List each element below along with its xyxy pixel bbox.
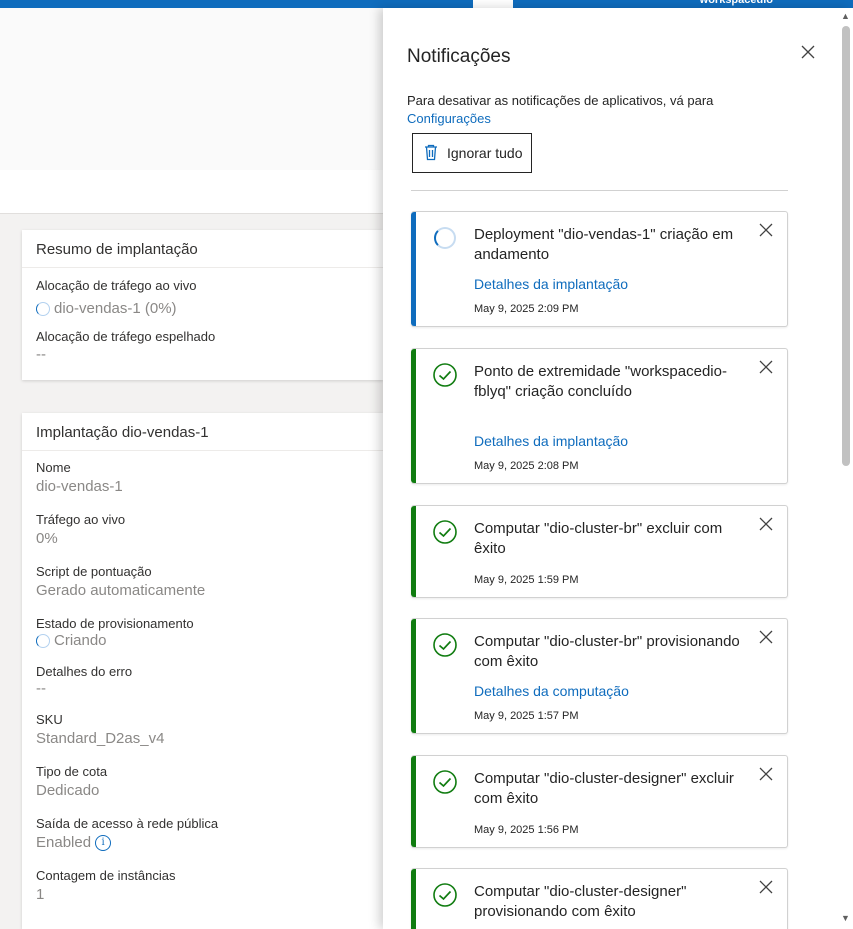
top-bar-gap bbox=[473, 0, 513, 8]
status-bar bbox=[411, 869, 416, 929]
scroll-down-arrow-icon[interactable]: ▼ bbox=[841, 913, 850, 923]
close-icon[interactable] bbox=[799, 44, 817, 62]
panel-title: Notificações bbox=[407, 46, 511, 67]
notification-title: Computar "dio-cluster-br" provisionando … bbox=[474, 633, 740, 670]
field-label: Detalhes do erro bbox=[36, 664, 133, 679]
status-bar bbox=[411, 349, 416, 483]
status-bar bbox=[411, 756, 416, 847]
field-label: Tipo de cota bbox=[36, 764, 108, 779]
scrollbar-thumb[interactable] bbox=[842, 26, 850, 466]
scroll-up-arrow-icon[interactable]: ▲ bbox=[841, 11, 850, 21]
status-bar bbox=[411, 212, 416, 326]
field-value: dio-vendas-1 (0%) bbox=[22, 300, 383, 317]
notification-item: Computar "dio-cluster-br" excluir com êx… bbox=[411, 505, 788, 598]
deployment-fields: Nome dio-vendas-1 Tráfego ao vivo 0% Scr… bbox=[22, 451, 383, 920]
panel-description: Para desativar as notificações de aplica… bbox=[407, 92, 713, 128]
top-bar: workspacedio bbox=[0, 0, 853, 8]
close-icon[interactable] bbox=[757, 879, 775, 897]
notification-title: Ponto de extremidade "workspacedio-fblyq… bbox=[474, 363, 727, 400]
settings-link[interactable]: Configurações bbox=[407, 111, 491, 126]
notification-time: May 9, 2025 1:57 PM bbox=[474, 710, 579, 722]
checkmark-circle-icon bbox=[433, 520, 457, 544]
trash-icon bbox=[423, 143, 439, 164]
field-value: Criando bbox=[22, 632, 383, 649]
field-value: 0% bbox=[36, 530, 58, 547]
notification-time: May 9, 2025 2:09 PM bbox=[474, 303, 579, 315]
field-label: Alocação de tráfego ao vivo bbox=[36, 278, 197, 293]
checkmark-circle-icon bbox=[433, 883, 457, 907]
public-network-value: Enabled bbox=[36, 834, 92, 851]
close-icon[interactable] bbox=[757, 222, 775, 240]
close-icon[interactable] bbox=[757, 766, 775, 784]
close-icon[interactable] bbox=[757, 629, 775, 647]
field-label: Contagem de instâncias bbox=[36, 868, 176, 883]
field-value: -- bbox=[36, 680, 46, 697]
live-traffic-allocation: dio-vendas-1 (0%) bbox=[54, 300, 177, 317]
panel-description-text: Para desativar as notificações de aplica… bbox=[407, 93, 714, 108]
field-value: Standard_D2as_v4 bbox=[36, 730, 165, 747]
dismiss-all-label: Ignorar tudo bbox=[447, 145, 523, 161]
notification-title: Computar "dio-cluster-br" excluir com êx… bbox=[474, 520, 723, 557]
field-quota-type: Tipo de cota Dedicado bbox=[22, 764, 383, 816]
spinner-icon bbox=[434, 227, 456, 249]
notification-time: May 9, 2025 1:59 PM bbox=[474, 574, 579, 586]
notification-item: Deployment "dio-vendas-1" criação em and… bbox=[411, 211, 788, 327]
deployment-summary-card: Resumo de implantação Alocação de tráfeg… bbox=[22, 230, 383, 380]
spinner-icon bbox=[36, 633, 50, 648]
field-provisioning-state: Estado de provisionamento Criando bbox=[22, 616, 383, 664]
notifications-panel: Notificações Para desativar as notificaç… bbox=[383, 8, 853, 929]
divider bbox=[411, 190, 788, 191]
notification-item: Ponto de extremidade "workspacedio-fblyq… bbox=[411, 348, 788, 484]
info-icon[interactable]: i bbox=[95, 834, 112, 851]
card-title: Resumo de implantação bbox=[22, 230, 383, 268]
field-value: -- bbox=[36, 346, 46, 363]
field-error-details: Detalhes do erro -- bbox=[22, 664, 383, 712]
workspace-label[interactable]: workspacedio bbox=[700, 0, 773, 6]
field-value: Gerado automaticamente bbox=[36, 582, 206, 599]
notification-item: Computar "dio-cluster-designer" provisio… bbox=[411, 868, 788, 929]
field-label: Alocação de tráfego espelhado bbox=[36, 329, 216, 344]
card-title: Implantação dio-vendas-1 bbox=[22, 413, 383, 451]
field-instance-count: Contagem de instâncias 1 bbox=[22, 868, 383, 920]
field-value: Dedicado bbox=[36, 782, 100, 799]
notification-title: Computar "dio-cluster-designer" provisio… bbox=[474, 883, 687, 920]
checkmark-circle-icon bbox=[433, 633, 457, 657]
notification-item: Computar "dio-cluster-br" provisionando … bbox=[411, 618, 788, 734]
field-label: Saída de acesso à rede pública bbox=[36, 816, 219, 831]
dismiss-all-button[interactable]: Ignorar tudo bbox=[412, 133, 532, 173]
page-toolbar-area bbox=[0, 170, 383, 214]
field-label: Estado de provisionamento bbox=[36, 616, 194, 631]
field-label: Nome bbox=[36, 460, 71, 475]
checkmark-circle-icon bbox=[433, 363, 457, 387]
page-header-area bbox=[0, 8, 383, 170]
field-script: Script de pontuação Gerado automaticamen… bbox=[22, 564, 383, 616]
notification-title: Computar "dio-cluster-designer" excluir … bbox=[474, 770, 734, 807]
notification-link[interactable]: Detalhes da computação bbox=[474, 683, 629, 699]
status-bar bbox=[411, 506, 416, 597]
field-value: dio-vendas-1 bbox=[36, 478, 123, 495]
notification-title: Deployment "dio-vendas-1" criação em and… bbox=[474, 226, 734, 263]
notification-time: May 9, 2025 2:08 PM bbox=[474, 460, 579, 472]
deployment-details-card: Implantação dio-vendas-1 Nome dio-vendas… bbox=[22, 413, 383, 929]
field-label: Tráfego ao vivo bbox=[36, 512, 126, 527]
notification-link[interactable]: Detalhes da implantação bbox=[474, 433, 628, 449]
spinner-icon bbox=[36, 301, 50, 316]
notification-time: May 9, 2025 1:56 PM bbox=[474, 824, 579, 836]
field-sku: SKU Standard_D2as_v4 bbox=[22, 712, 383, 764]
checkmark-circle-icon bbox=[433, 770, 457, 794]
close-icon[interactable] bbox=[757, 359, 775, 377]
field-public-network: Saída de acesso à rede pública Enabled i bbox=[22, 816, 383, 868]
notification-item: Computar "dio-cluster-designer" excluir … bbox=[411, 755, 788, 848]
field-label: SKU bbox=[36, 712, 63, 727]
notification-link[interactable]: Detalhes da implantação bbox=[474, 276, 628, 292]
field-trafego: Tráfego ao vivo 0% bbox=[22, 512, 383, 564]
field-label: Script de pontuação bbox=[36, 564, 152, 579]
provisioning-state-value: Criando bbox=[54, 632, 107, 649]
close-icon[interactable] bbox=[757, 516, 775, 534]
field-value: Enabled i bbox=[22, 834, 383, 851]
field-nome: Nome dio-vendas-1 bbox=[22, 460, 383, 512]
field-value: 1 bbox=[36, 886, 45, 903]
status-bar bbox=[411, 619, 416, 733]
